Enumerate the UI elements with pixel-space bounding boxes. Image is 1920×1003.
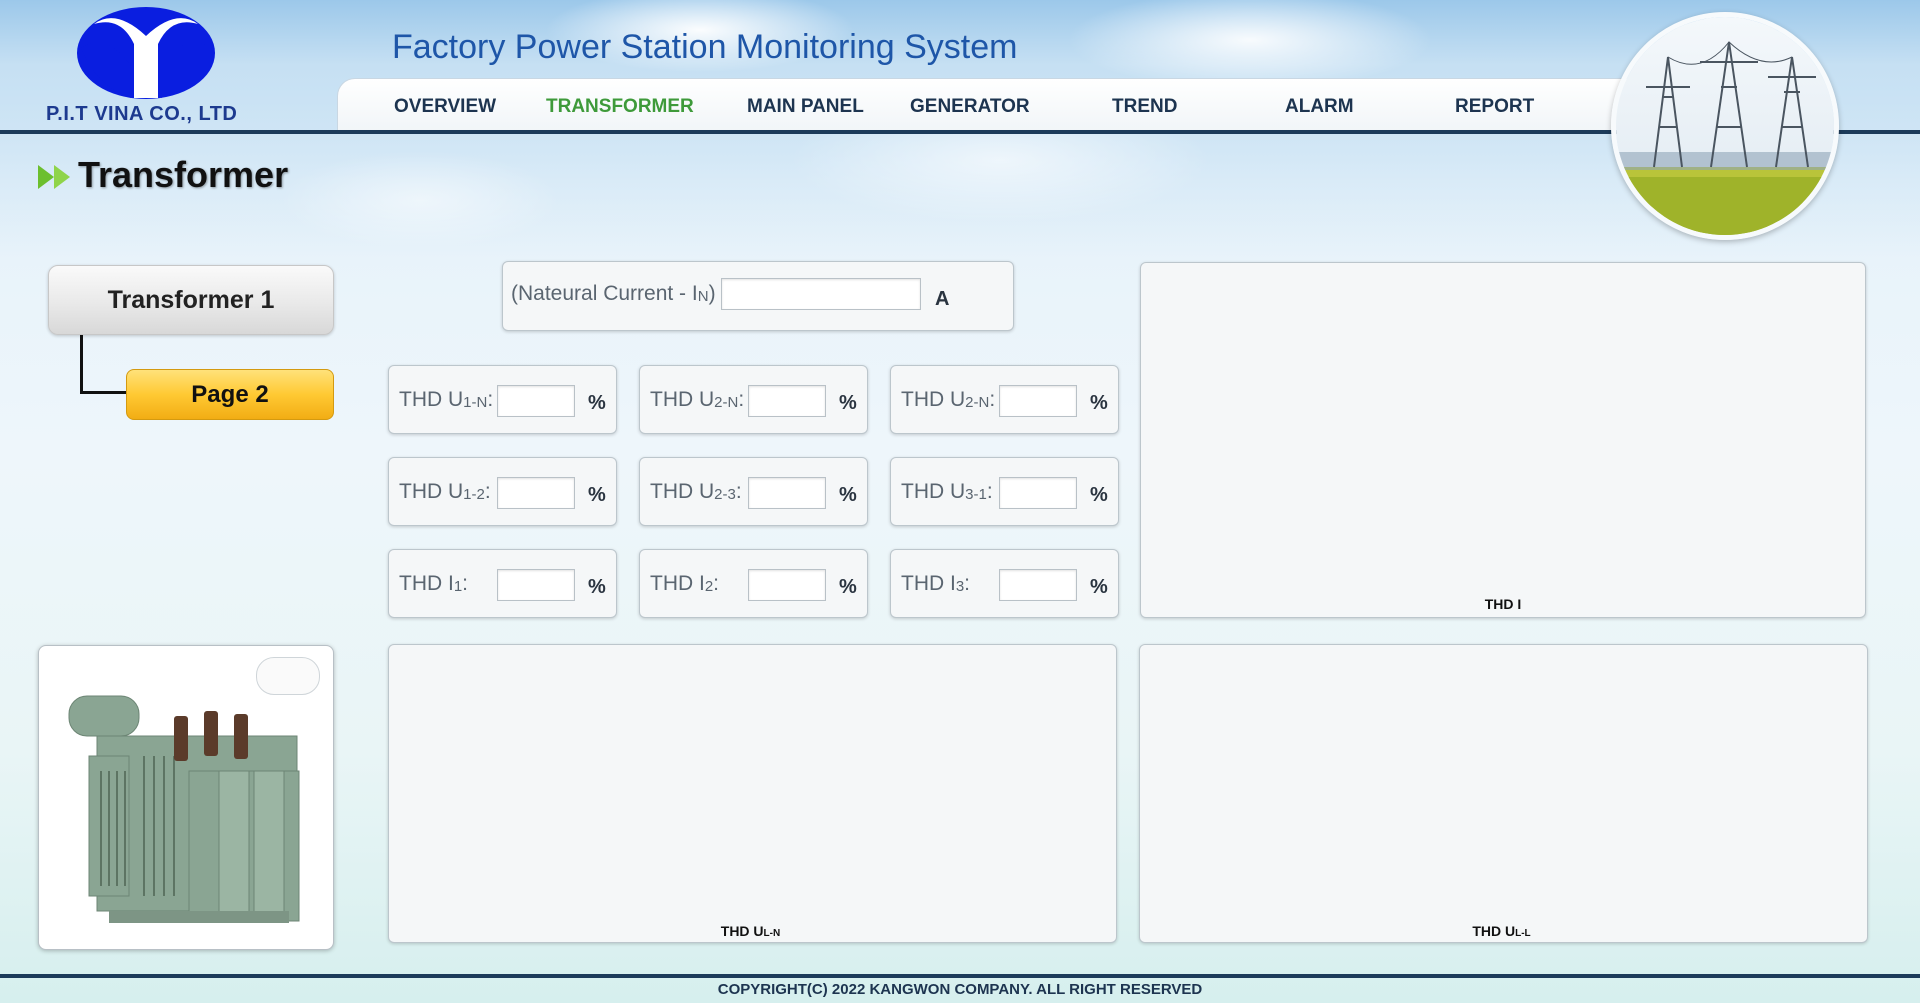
tree-connector — [80, 391, 126, 394]
thd-u31-unit: % — [1090, 484, 1108, 506]
thd-u1n-label: THD U1-N: — [399, 388, 494, 411]
thd-i2-label: THD I2: — [650, 572, 720, 595]
power-tower-image — [1611, 12, 1839, 240]
thd-ull-chart-label: THD UL-L — [1472, 923, 1531, 939]
page-title: Transformer — [78, 154, 289, 195]
thd-i3-unit: % — [1090, 576, 1108, 598]
thd-u23-label: THD U2-3: — [650, 480, 742, 503]
app-title: Factory Power Station Monitoring System — [392, 28, 1018, 66]
thd-i1-label: THD I1: — [399, 572, 469, 595]
thd-u1n-unit: % — [588, 392, 606, 414]
company-name: P.I.T VINA CO., LTD — [46, 103, 238, 125]
footer-divider — [0, 974, 1920, 978]
nav-trend[interactable]: TREND — [1112, 96, 1177, 118]
footer-copyright: COPYRIGHT(C) 2022 KANGWON COMPANY. ALL R… — [717, 981, 1203, 998]
thd-u2n-a-panel: THD U2-N:% — [639, 365, 868, 434]
thd-i1-panel: THD I1:% — [388, 549, 617, 618]
thd-i1-input[interactable] — [497, 569, 575, 601]
neutral-current-panel: (Nateural Current - IN) A — [502, 261, 1014, 331]
thd-u2n-b-label: THD U2-N: — [901, 388, 996, 411]
thd-u12-input[interactable] — [497, 477, 575, 509]
thd-u2n-a-label: THD U2-N: — [650, 388, 745, 411]
nav-alarm[interactable]: ALARM — [1285, 96, 1354, 118]
thd-i2-unit: % — [839, 576, 857, 598]
thd-u12-unit: % — [588, 484, 606, 506]
thd-i3-input[interactable] — [999, 569, 1077, 601]
thd-u2n-b-input[interactable] — [999, 385, 1077, 417]
nav-overview[interactable]: OVERVIEW — [394, 96, 496, 118]
thd-uln-chart-label: THD UL-N — [720, 923, 781, 939]
thd-u1n-panel: THD U1-N:% — [388, 365, 617, 434]
page-2-button[interactable]: Page 2 — [126, 369, 334, 420]
thd-uln-chart: THD UL-N — [388, 644, 1117, 943]
transformer-1-button[interactable]: Transformer 1 — [48, 265, 334, 335]
transformer-image — [68, 695, 300, 923]
neutral-current-label: (Nateural Current - IN) — [511, 282, 716, 305]
thd-u2n-b-unit: % — [1090, 392, 1108, 414]
thd-u12-panel: THD U1-2:% — [388, 457, 617, 526]
title-arrows-icon — [38, 165, 70, 189]
thd-u23-panel: THD U2-3:% — [639, 457, 868, 526]
thd-u31-panel: THD U3-1:% — [890, 457, 1119, 526]
nav-generator[interactable]: GENERATOR — [910, 96, 1030, 118]
neutral-current-unit: A — [935, 288, 950, 310]
thd-i-chart-label: THD I — [1484, 596, 1522, 612]
thd-i3-panel: THD I3:% — [890, 549, 1119, 618]
thd-u2n-a-input[interactable] — [748, 385, 826, 417]
thd-u1n-input[interactable] — [497, 385, 575, 417]
thd-u12-label: THD U1-2: — [399, 480, 491, 503]
thd-ull-chart: THD UL-L — [1139, 644, 1868, 943]
company-logo-icon — [77, 7, 215, 99]
nav-transformer[interactable]: TRANSFORMER — [546, 96, 694, 118]
thd-u31-input[interactable] — [999, 477, 1077, 509]
thd-u23-unit: % — [839, 484, 857, 506]
thd-i2-input[interactable] — [748, 569, 826, 601]
transformer-photo-frame — [38, 645, 334, 950]
thd-u23-input[interactable] — [748, 477, 826, 509]
thd-i-chart: THD I — [1140, 262, 1866, 618]
tree-connector — [80, 335, 83, 393]
thd-u31-label: THD U3-1: — [901, 480, 993, 503]
nav-report[interactable]: REPORT — [1455, 96, 1534, 118]
thd-i2-panel: THD I2:% — [639, 549, 868, 618]
thd-i3-label: THD I3: — [901, 572, 971, 595]
thd-u2n-b-panel: THD U2-N:% — [890, 365, 1119, 434]
thd-i1-unit: % — [588, 576, 606, 598]
neutral-current-input[interactable] — [721, 278, 921, 310]
thd-u2n-a-unit: % — [839, 392, 857, 414]
nav-main-panel[interactable]: MAIN PANEL — [747, 96, 864, 118]
